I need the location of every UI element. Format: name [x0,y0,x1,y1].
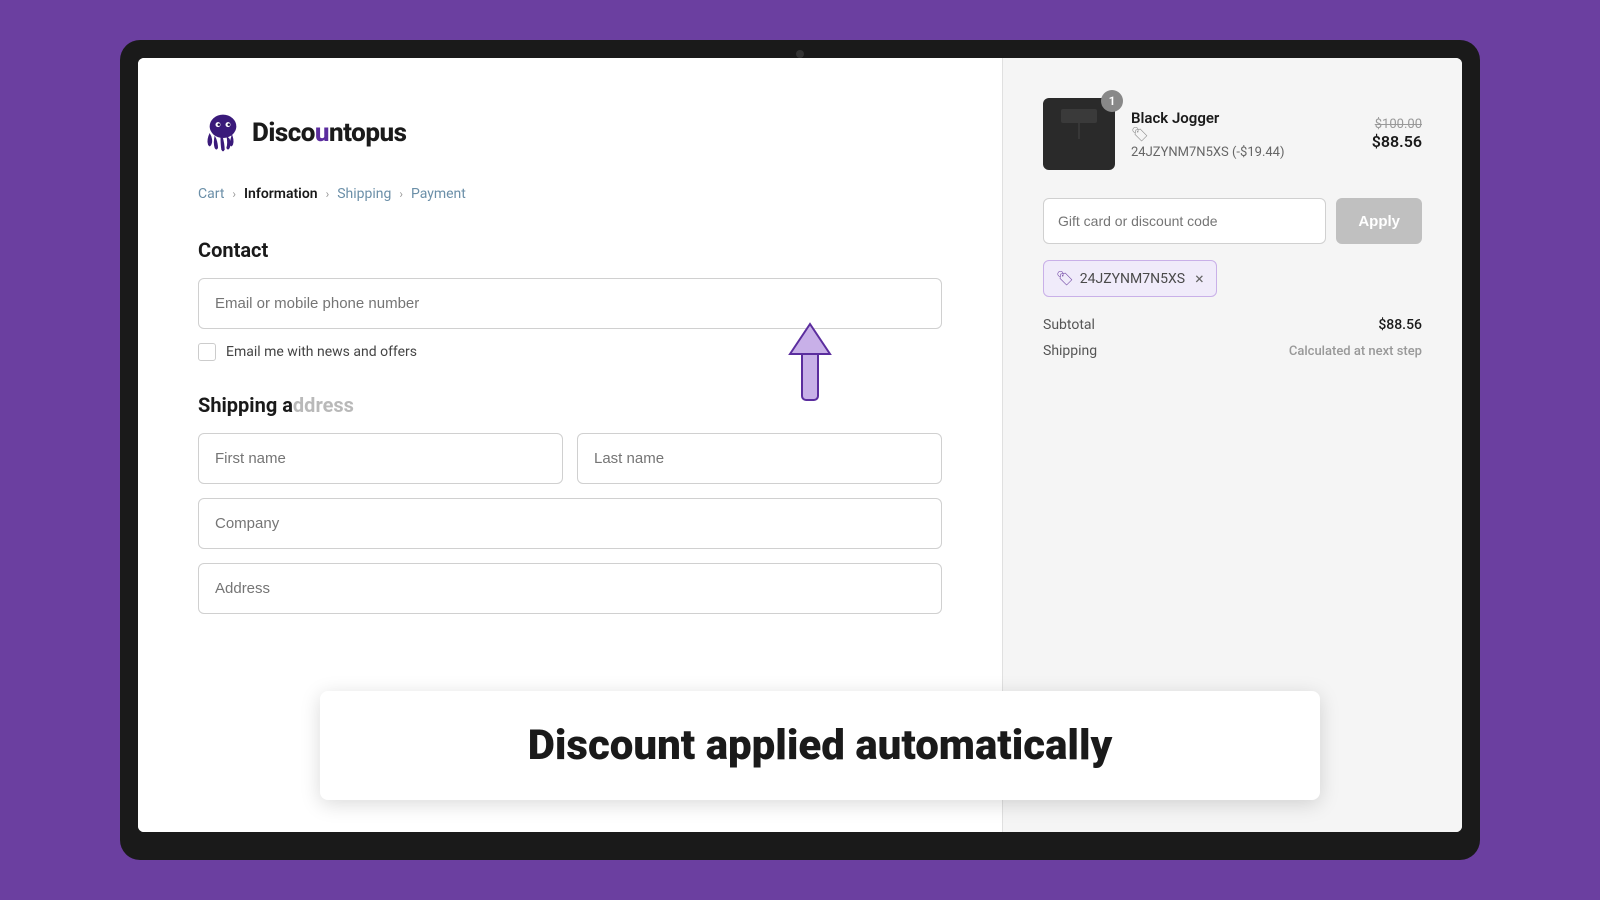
breadcrumb-payment[interactable]: Payment [411,186,466,202]
last-name-input[interactable] [577,433,942,484]
logo-text: Discountopus [252,118,406,148]
first-name-input[interactable] [198,433,563,484]
breadcrumb-shipping[interactable]: Shipping [337,186,391,202]
product-image-svg [1057,107,1101,161]
product-name: Black Jogger [1131,109,1356,127]
applied-code-row: 🏷 24JZYNM7N5XS × [1043,260,1422,297]
email-checkbox[interactable] [198,343,216,361]
remove-code-button[interactable]: × [1195,269,1204,288]
product-row: 1 Black Jogger 🏷 24JZYNM7N5XS (-$19.44) [1043,98,1422,170]
breadcrumb: Cart › Information › Shipping › Payment [198,186,942,202]
shipping-value: Calculated at next step [1289,344,1422,359]
shipping-label: Shipping [1043,343,1097,359]
product-badge: 1 [1101,90,1123,112]
shipping-line: Shipping Calculated at next step [1043,343,1422,359]
logo-area: Discountopus [198,108,942,158]
name-row [198,433,942,498]
discount-tag-icon: 🏷 [1131,127,1356,143]
subtotal-line: Subtotal $88.56 [1043,317,1422,333]
original-price: $100.00 [1372,117,1422,132]
email-phone-input[interactable] [198,278,942,329]
product-code: 24JZYNM7N5XS (-$19.44) [1131,145,1356,160]
applied-code-tag: 🏷 24JZYNM7N5XS × [1043,260,1217,297]
company-input[interactable] [198,498,942,549]
breadcrumb-information[interactable]: Information [244,186,318,202]
email-checkbox-label: Email me with news and offers [226,344,417,360]
breadcrumb-sep-3: › [399,187,403,201]
product-image-wrap: 1 [1043,98,1115,170]
checkout-left-panel: Discountopus Cart › Information › Shippi… [138,58,1002,832]
subtotal-label: Subtotal [1043,317,1095,333]
discounted-price: $88.56 [1372,132,1422,151]
discount-code-row: Apply [1043,198,1422,244]
breadcrumb-sep-1: › [232,187,236,201]
discount-code-input[interactable] [1043,198,1326,244]
logo-icon [198,108,248,158]
laptop-frame: Discountopus Cart › Information › Shippi… [120,40,1480,860]
subtotal-value: $88.56 [1378,317,1422,333]
product-prices: $100.00 $88.56 [1372,117,1422,151]
contact-section-title: Contact [198,238,942,262]
breadcrumb-cart[interactable]: Cart [198,186,224,202]
shipping-section-title: Shipping address [198,393,942,417]
product-info: Black Jogger 🏷 24JZYNM7N5XS (-$19.44) [1131,109,1356,160]
apply-button[interactable]: Apply [1336,198,1422,244]
order-summary-panel: 1 Black Jogger 🏷 24JZYNM7N5XS (-$19.44) [1002,58,1462,832]
address-input[interactable] [198,563,942,614]
breadcrumb-sep-2: › [326,187,330,201]
camera-dot [796,50,804,58]
tag-icon: 🏷 [1056,271,1074,287]
screen: Discountopus Cart › Information › Shippi… [138,58,1462,832]
applied-code-text: 24JZYNM7N5XS [1080,271,1185,287]
email-checkbox-row: Email me with news and offers [198,343,942,361]
